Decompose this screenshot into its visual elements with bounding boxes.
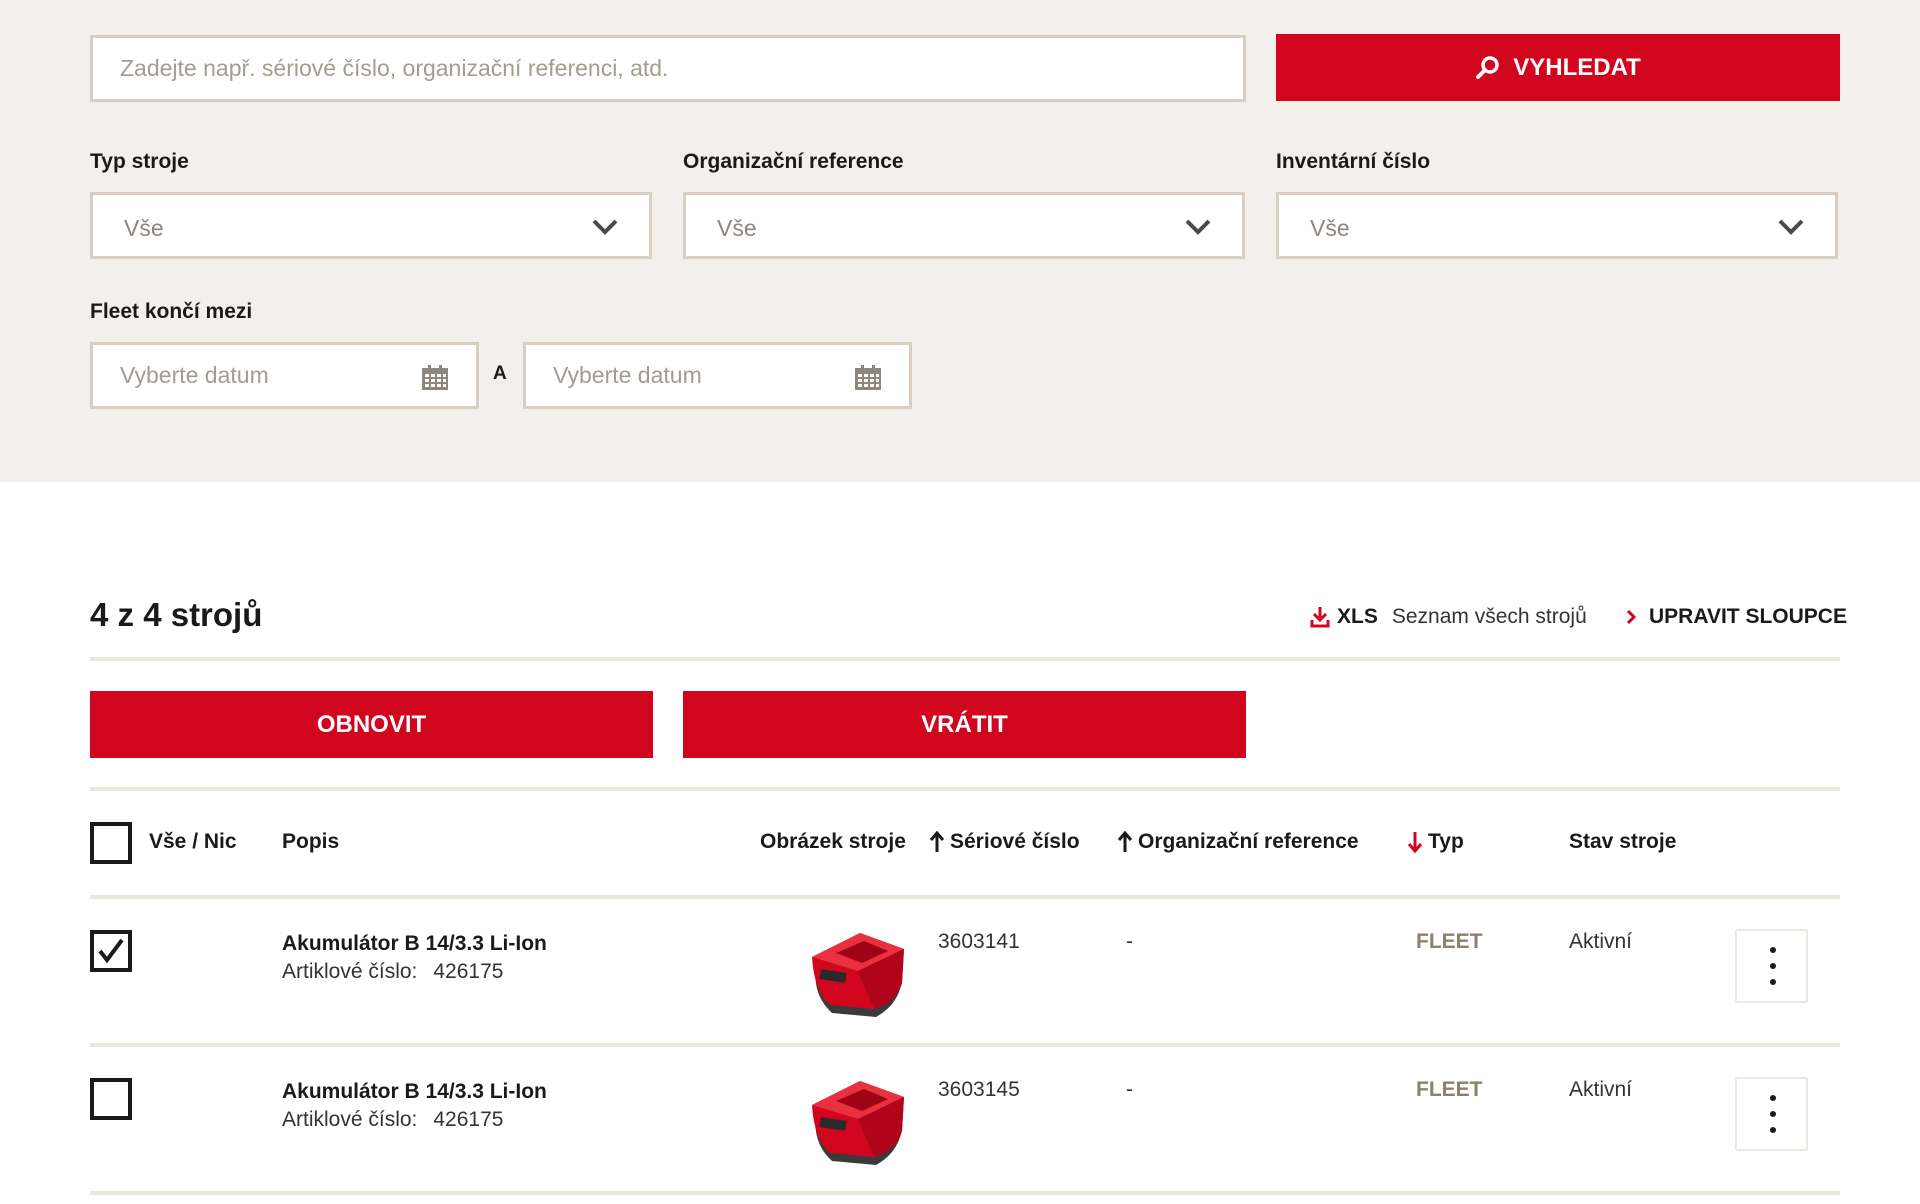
column-description: Popis xyxy=(282,830,339,854)
date-to-field[interactable] xyxy=(523,342,912,409)
search-button-label: VYHLEDAT xyxy=(1513,53,1641,81)
column-label: Sériové číslo xyxy=(950,830,1080,853)
column-label: Vše / Nic xyxy=(149,830,237,853)
edit-columns-link[interactable]: UPRAVIT SLOUPCE xyxy=(1625,605,1847,629)
machine-type: FLEET xyxy=(1416,930,1483,953)
table-row: Akumulátor B 14/3.3 Li-Ion Artiklové čís… xyxy=(0,1047,1920,1192)
chevron-down-icon xyxy=(1185,219,1211,235)
divider xyxy=(90,1191,1840,1195)
column-label: Obrázek stroje xyxy=(760,830,906,853)
divider xyxy=(90,657,1840,661)
article-value: 426175 xyxy=(433,960,504,983)
machine-status: Aktivní xyxy=(1569,930,1633,953)
machine-type: FLEET xyxy=(1416,1078,1483,1101)
sort-down-icon xyxy=(1408,832,1422,853)
xls-label: XLS xyxy=(1337,605,1378,628)
column-image: Obrázek stroje xyxy=(760,830,906,854)
sort-up-icon xyxy=(1118,831,1132,852)
search-icon xyxy=(1476,55,1499,79)
divider xyxy=(90,787,1840,791)
column-select-all[interactable]: Vše / Nic xyxy=(149,830,237,854)
org-reference-value: Vše xyxy=(717,215,757,241)
org-reference-select[interactable]: Vše xyxy=(683,192,1245,259)
row-checkbox[interactable] xyxy=(90,1078,132,1120)
column-type[interactable]: Typ xyxy=(1408,830,1464,854)
fleet-ends-label: Fleet končí mezi xyxy=(90,300,253,323)
article-number: Artiklové číslo: 426175 xyxy=(282,1108,503,1132)
column-label: Popis xyxy=(282,830,340,853)
inventory-number-select[interactable]: Vše xyxy=(1276,192,1838,259)
date-to-input[interactable] xyxy=(526,345,909,406)
org-reference: - xyxy=(1126,930,1133,953)
search-field[interactable] xyxy=(90,35,1246,102)
search-input[interactable] xyxy=(93,38,1243,99)
sort-up-icon xyxy=(930,831,944,852)
date-range-separator: A xyxy=(493,363,507,384)
results-count-title: 4 z 4 strojů xyxy=(90,596,263,633)
edit-columns-label: UPRAVIT SLOUPCE xyxy=(1649,605,1847,628)
battery-image xyxy=(812,933,904,1017)
org-reference-label: Organizační reference xyxy=(683,150,904,173)
chevron-right-icon xyxy=(1626,609,1637,625)
article-label: Artiklové číslo: xyxy=(282,960,418,983)
calendar-icon[interactable] xyxy=(854,365,882,391)
table-row: Akumulátor B 14/3.3 Li-Ion Artiklové čís… xyxy=(0,899,1920,1044)
date-from-field[interactable] xyxy=(90,342,479,409)
article-number: Artiklové číslo: 426175 xyxy=(282,960,503,984)
article-value: 426175 xyxy=(433,1108,504,1131)
machine-status: Aktivní xyxy=(1569,1078,1633,1101)
inventory-number-label: Inventární číslo xyxy=(1276,150,1431,173)
return-button[interactable]: VRÁTIT xyxy=(683,691,1246,758)
column-label: Organizační reference xyxy=(1138,830,1359,853)
battery-image xyxy=(812,1081,904,1165)
chevron-down-icon xyxy=(1778,219,1804,235)
check-icon xyxy=(98,938,124,964)
machine-type-value: Vše xyxy=(124,215,164,241)
select-all-checkbox[interactable] xyxy=(90,822,132,864)
column-label: Stav stroje xyxy=(1569,830,1677,853)
org-reference: - xyxy=(1126,1078,1133,1101)
inventory-number-value: Vše xyxy=(1310,215,1350,241)
more-vertical-icon[interactable] xyxy=(1735,1077,1808,1151)
serial-number: 3603141 xyxy=(938,930,1020,953)
machine-type-label: Typ stroje xyxy=(90,150,189,173)
article-label: Artiklové číslo: xyxy=(282,1108,418,1131)
column-serial-number[interactable]: Sériové číslo xyxy=(930,830,1080,854)
serial-number: 3603145 xyxy=(938,1078,1020,1101)
date-from-input[interactable] xyxy=(93,345,476,406)
machine-name[interactable]: Akumulátor B 14/3.3 Li-Ion xyxy=(282,1080,547,1104)
search-button[interactable]: VYHLEDAT xyxy=(1276,34,1840,101)
machine-type-select[interactable]: Vše xyxy=(90,192,652,259)
machine-name[interactable]: Akumulátor B 14/3.3 Li-Ion xyxy=(282,932,547,956)
more-vertical-icon[interactable] xyxy=(1735,929,1808,1003)
renew-button[interactable]: OBNOVIT xyxy=(90,691,653,758)
row-checkbox[interactable] xyxy=(90,930,132,972)
download-icon xyxy=(1310,607,1330,628)
filter-panel: VYHLEDAT Typ stroje Vše Organizační refe… xyxy=(0,0,1920,482)
column-label: Typ xyxy=(1428,830,1464,853)
xls-description: Seznam všech strojů xyxy=(1391,605,1587,628)
column-status: Stav stroje xyxy=(1569,830,1676,854)
xls-download-link[interactable]: XLS Seznam všech strojů xyxy=(1310,605,1587,629)
calendar-icon[interactable] xyxy=(421,365,449,391)
column-org-reference[interactable]: Organizační reference xyxy=(1118,830,1359,854)
chevron-down-icon xyxy=(592,219,618,235)
